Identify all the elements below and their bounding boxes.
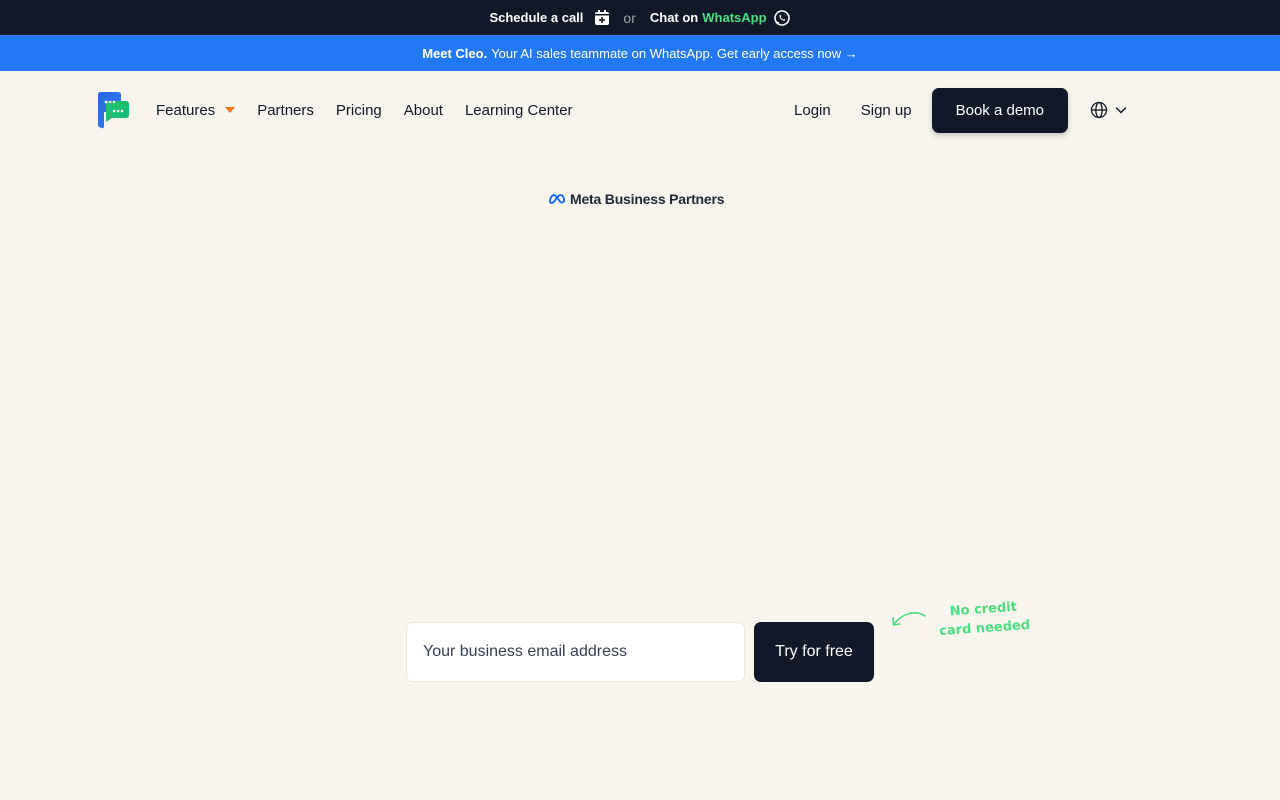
login-link[interactable]: Login [794,102,831,119]
nav-item-label: About [403,101,443,119]
schedule-call-link[interactable]: Schedule a call [489,9,611,27]
nav-item-learning-center[interactable]: Learning Center [465,102,573,119]
no-credit-card-note: No credit card needed [933,597,1035,642]
top-contact-bar: Schedule a call or Chat on WhatsApp [0,0,1280,35]
chat-prefix: Chat on [649,10,699,25]
nav-item-about[interactable]: About [404,102,443,119]
nav-menu: Features Partners Pricing About Learning… [156,71,573,149]
business-email-input[interactable] [406,622,745,682]
calendar-plus-icon [595,9,610,25]
announcement-bar[interactable]: Meet Cleo. Your AI sales teammate on Wha… [0,35,1280,71]
brand-logo[interactable] [94,90,130,130]
try-for-free-button[interactable]: Try for free [754,622,874,682]
or-separator: or [623,9,636,26]
meta-partner-text: Meta Business Partners [570,191,725,207]
globe-icon [1090,101,1108,119]
language-selector[interactable] [1090,101,1128,119]
caret-down-icon [225,107,236,113]
nav-item-features[interactable]: Features [156,101,236,119]
signup-link[interactable]: Sign up [861,102,912,119]
chevron-down-icon [1115,107,1127,114]
nav-item-pricing[interactable]: Pricing [336,102,382,119]
schedule-call-label: Schedule a call [489,10,584,25]
meta-partner-badge: Meta Business Partners [548,191,725,207]
nav-item-label: Pricing [335,101,382,119]
curved-arrow-icon [892,611,926,626]
nav-item-label: Partners [257,101,314,119]
nav-item-label: Features [156,101,216,119]
book-demo-button[interactable]: Book a demo [931,87,1068,133]
announcement-text: Your AI sales teammate on WhatsApp. Get … [491,45,858,61]
nav-actions: Login Sign up Book a demo [794,71,1128,149]
whatsapp-brand-text: WhatsApp [702,10,767,25]
nav-item-partners[interactable]: Partners [257,102,314,119]
whatsapp-chat-link[interactable]: Chat on WhatsApp [650,9,791,27]
nav-item-label: Learning Center [464,101,573,119]
whatsapp-icon [773,9,790,26]
main-navigation: Features Partners Pricing About Learning… [0,71,1280,149]
announcement-bold: Meet Cleo. [422,45,488,61]
meta-logo-icon [549,194,565,204]
